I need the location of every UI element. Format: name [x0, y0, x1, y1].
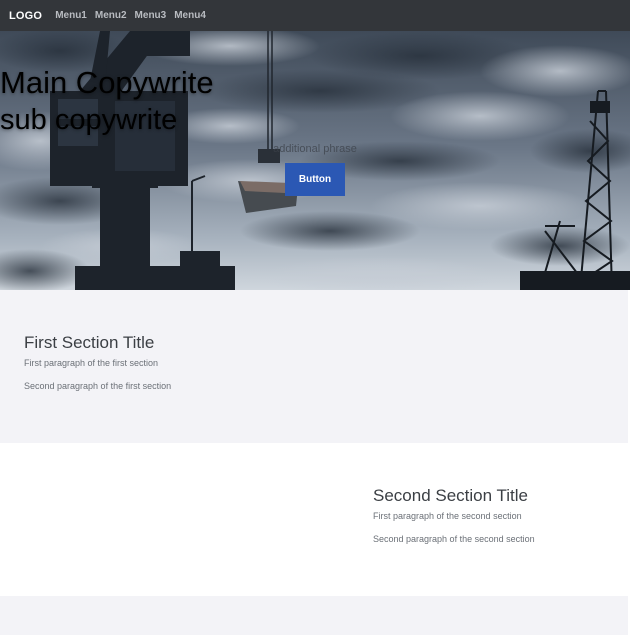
hero-note: additional phrase: [273, 143, 357, 155]
menu-item-3[interactable]: Menu3: [135, 10, 167, 21]
hero-subtitle: sub copywrite: [0, 104, 178, 136]
second-section-title: Second Section Title: [373, 486, 528, 505]
third-section: [0, 596, 630, 635]
menu-item-1[interactable]: Menu1: [55, 10, 87, 21]
first-section-paragraph-2: Second paragraph of the first section: [24, 381, 172, 391]
menu-item-2[interactable]: Menu2: [95, 10, 127, 21]
first-section-paragraph-1: First paragraph of the first section: [24, 358, 159, 368]
first-section: First Section Title First paragraph of t…: [0, 290, 630, 443]
second-section-paragraph-1: First paragraph of the second section: [373, 511, 522, 521]
menu-item-4[interactable]: Menu4: [174, 10, 206, 21]
navbar: LOGO Menu1 Menu2 Menu3 Menu4: [0, 0, 630, 31]
first-section-title: First Section Title: [24, 333, 155, 352]
hero-cta-button[interactable]: Button: [285, 163, 345, 196]
hero-section: Main Copywrite sub copywrite additional …: [0, 31, 630, 290]
hero-title: Main Copywrite: [0, 65, 214, 100]
logo[interactable]: LOGO: [9, 10, 42, 22]
second-section: Second Section Title First paragraph of …: [0, 443, 630, 596]
second-section-paragraph-2: Second paragraph of the second section: [373, 534, 535, 544]
